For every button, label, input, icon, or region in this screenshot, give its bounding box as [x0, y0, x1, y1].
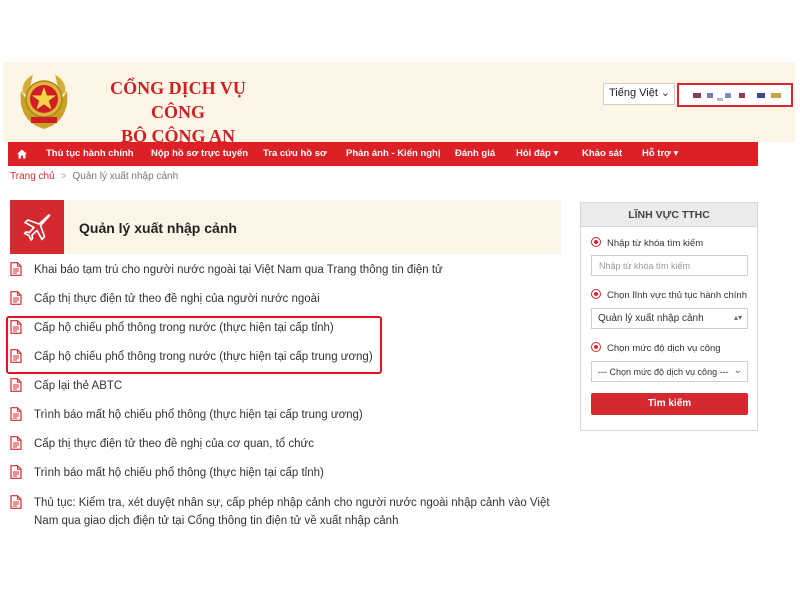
- filter-sidebar: LĨNH VỰC TTHC Nhập từ khóa tìm kiếm Nhập…: [580, 202, 758, 431]
- nav-item-danh-gia[interactable]: Đánh giá: [455, 142, 495, 166]
- language-flags[interactable]: [677, 83, 793, 107]
- language-select[interactable]: Tiếng Việt ⌄: [603, 83, 675, 105]
- chevron-updown-icon: ▴▾: [733, 313, 742, 322]
- nav-item-nop-ho-so[interactable]: Nộp hồ sơ trực tuyến: [151, 142, 248, 166]
- language-select-value: Tiếng Việt: [609, 87, 658, 99]
- nav-item-phan-anh-kien-nghi[interactable]: Phản ánh - Kiến nghị: [346, 142, 440, 166]
- main-navbar: Thủ tục hành chính Nộp hồ sơ trực tuyến …: [8, 142, 758, 166]
- section-icon-box: [10, 200, 64, 254]
- document-icon: [10, 465, 22, 479]
- radio-selected-icon[interactable]: [591, 237, 601, 247]
- home-icon[interactable]: [17, 149, 27, 159]
- radio-level[interactable]: Chọn mức độ dịch vụ công: [591, 342, 721, 354]
- section-title: Quản lý xuất nhập cảnh: [79, 220, 237, 236]
- radio-selected-icon[interactable]: [591, 342, 601, 352]
- procedure-link[interactable]: Thủ tục: Kiểm tra, xét duyệt nhân sự, cấ…: [34, 494, 554, 530]
- chevron-down-icon: ⌄: [660, 87, 670, 99]
- document-icon: [10, 291, 22, 305]
- field-select-value: Quản lý xuất nhập cảnh: [598, 313, 704, 324]
- flag-icon[interactable]: [693, 93, 701, 98]
- breadcrumb-separator: >: [60, 171, 67, 182]
- flag-icon[interactable]: [771, 93, 781, 98]
- keyword-search-input[interactable]: Nhập từ khóa tìm kiếm: [591, 255, 748, 276]
- flag-icon[interactable]: [717, 98, 723, 101]
- breadcrumb: Trang chủ > Quản lý xuất nhập cảnh: [10, 171, 178, 182]
- radio-level-label: Chọn mức độ dịch vụ công: [607, 343, 721, 354]
- document-icon: [10, 378, 22, 392]
- nav-item-hoi-dap[interactable]: Hỏi đáp ▾: [516, 142, 558, 166]
- procedure-link[interactable]: Cấp lại thẻ ABTC: [34, 377, 554, 395]
- radio-keyword[interactable]: Nhập từ khóa tìm kiếm: [591, 237, 703, 249]
- airplane-icon: [23, 214, 51, 241]
- radio-field-label: Chọn lĩnh vực thủ tục hành chính: [607, 290, 747, 301]
- site-header: CỔNG DỊCH VỤ CÔNG BỘ CÔNG AN Tiếng Việt …: [3, 62, 795, 146]
- radio-keyword-label: Nhập từ khóa tìm kiếm: [607, 238, 704, 249]
- site-title-line1: CỔNG DỊCH VỤ CÔNG: [110, 78, 246, 122]
- section-header: Quản lý xuất nhập cảnh: [10, 200, 561, 254]
- document-icon: [10, 436, 22, 450]
- procedure-link[interactable]: Cấp thị thực điện tử theo đề nghị của ng…: [34, 290, 554, 308]
- radio-field[interactable]: Chọn lĩnh vực thủ tục hành chính: [591, 289, 747, 301]
- flag-icon[interactable]: [739, 93, 745, 98]
- nav-item-ho-tro[interactable]: Hỗ trợ ▾: [642, 142, 678, 166]
- field-select[interactable]: Quản lý xuất nhập cảnh ▴▾: [591, 308, 748, 329]
- document-icon: [10, 407, 22, 421]
- search-button[interactable]: Tìm kiếm: [591, 393, 748, 415]
- highlight-annotation-box: [6, 316, 382, 374]
- sidebar-title: LĨNH VỰC TTHC: [581, 203, 757, 227]
- flag-icon[interactable]: [757, 93, 765, 98]
- breadcrumb-current: Quản lý xuất nhập cảnh: [72, 171, 179, 182]
- document-icon: [10, 262, 22, 276]
- flag-icon[interactable]: [725, 93, 731, 98]
- nav-item-khao-sat[interactable]: Khảo sát: [582, 142, 622, 166]
- chevron-down-icon: ⌄: [733, 365, 742, 376]
- flag-icon[interactable]: [707, 93, 713, 98]
- radio-selected-icon[interactable]: [591, 289, 601, 299]
- document-icon: [10, 495, 22, 509]
- service-level-select[interactable]: --- Chọn mức độ dịch vụ công --- ⌄: [591, 361, 748, 382]
- police-emblem-icon[interactable]: [13, 71, 75, 133]
- service-level-select-value: --- Chọn mức độ dịch vụ công ---: [598, 367, 729, 377]
- breadcrumb-home-link[interactable]: Trang chủ: [10, 171, 55, 182]
- procedure-link[interactable]: Trình báo mất hộ chiếu phổ thông (thực h…: [34, 464, 554, 482]
- nav-item-thu-tuc-hanh-chinh[interactable]: Thủ tục hành chính: [46, 142, 134, 166]
- nav-item-tra-cuu-ho-so[interactable]: Tra cứu hồ sơ: [263, 142, 327, 166]
- procedure-link[interactable]: Trình báo mất hộ chiếu phổ thông (thực h…: [34, 406, 554, 424]
- procedure-link[interactable]: Khai báo tạm trú cho người nước ngoài tạ…: [34, 261, 554, 279]
- site-title[interactable]: CỔNG DỊCH VỤ CÔNG BỘ CÔNG AN: [93, 76, 263, 148]
- procedure-link[interactable]: Cấp thị thực điện tử theo đề nghị của cơ…: [34, 435, 554, 453]
- keyword-search-placeholder: Nhập từ khóa tìm kiếm: [599, 261, 691, 271]
